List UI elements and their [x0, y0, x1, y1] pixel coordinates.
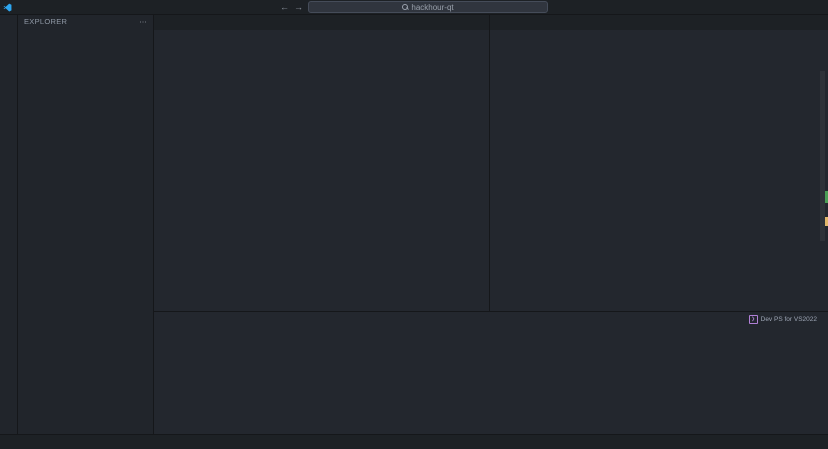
activity-bar [0, 15, 18, 434]
vscode-window: ← → hackhour-qt EXPLORER ⋯ [0, 0, 828, 449]
editor-area: ❯ Dev PS for VS2022 [154, 15, 828, 434]
panel: ❯ Dev PS for VS2022 [154, 311, 828, 434]
editor-group-left [154, 15, 490, 311]
editor-groups [154, 15, 828, 311]
nav-back-icon[interactable]: ← [280, 2, 289, 12]
editor-actions-left [484, 15, 489, 30]
explorer-sidebar: EXPLORER ⋯ [18, 15, 154, 434]
search-icon [402, 4, 408, 10]
status-bar-right [822, 435, 828, 449]
code-editor-window-cpp[interactable] [154, 41, 489, 311]
workbench: EXPLORER ⋯ [0, 15, 828, 434]
status-bar [0, 434, 828, 449]
terminal-profile-label: Dev PS for VS2022 [761, 316, 817, 323]
title-bar: ← → hackhour-qt [0, 0, 828, 15]
tab-bar-right [490, 15, 828, 30]
editor-group-right [490, 15, 828, 311]
sidebar-title: EXPLORER [24, 17, 67, 26]
sidebar-more-actions-icon[interactable]: ⋯ [139, 17, 147, 26]
sidebar-title-row: EXPLORER ⋯ [18, 15, 153, 28]
terminal-profile-chip[interactable]: ❯ Dev PS for VS2022 [749, 315, 817, 324]
vscode-logo-icon [0, 3, 14, 12]
command-center: ← → hackhour-qt [280, 1, 548, 13]
command-center-search[interactable]: hackhour-qt [308, 1, 548, 13]
terminal-output[interactable] [154, 326, 828, 434]
terminal-icon: ❯ [749, 315, 758, 324]
nav-forward-icon[interactable]: → [294, 2, 303, 12]
scrollbar[interactable] [820, 71, 825, 241]
tab-bar-left [154, 15, 489, 30]
panel-tab-bar: ❯ Dev PS for VS2022 [154, 312, 828, 326]
code-editor-cmakelists[interactable] [490, 41, 828, 311]
editor-actions-right [823, 15, 828, 30]
breadcrumb [490, 30, 828, 41]
panel-actions: ❯ Dev PS for VS2022 [749, 315, 828, 324]
breadcrumb [154, 30, 489, 41]
search-value: hackhour-qt [411, 3, 453, 12]
